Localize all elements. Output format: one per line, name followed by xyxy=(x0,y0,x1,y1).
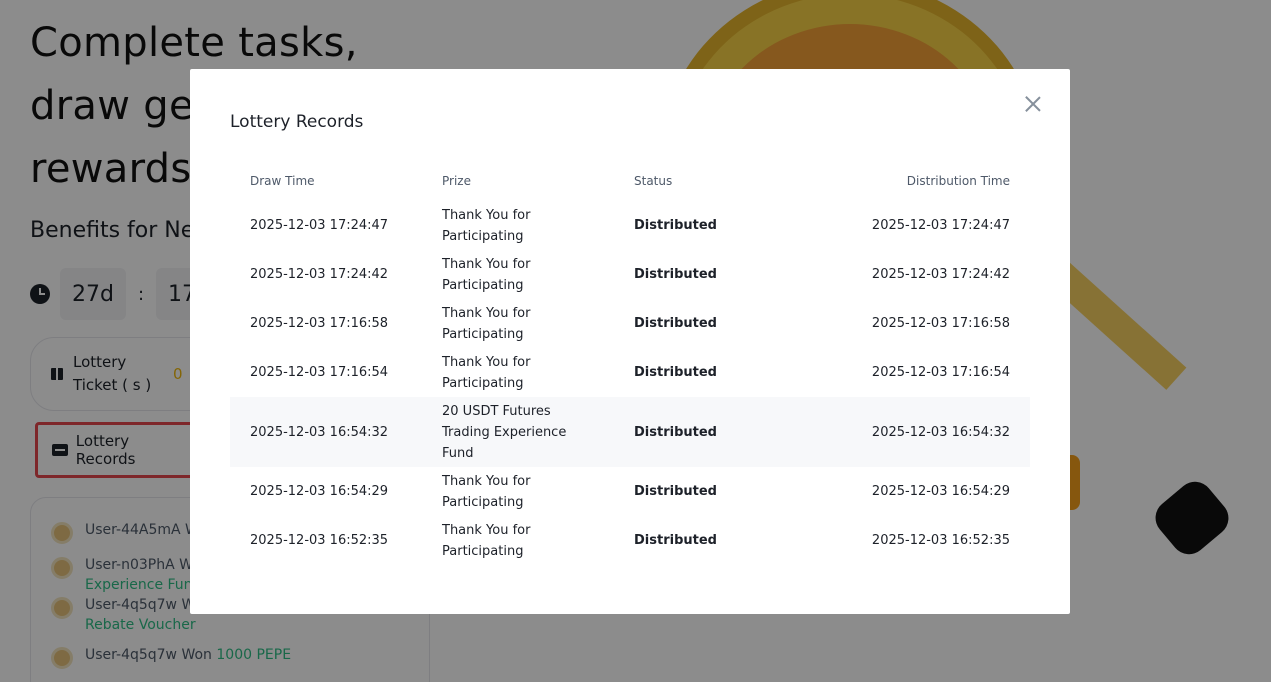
draw-time-cell: 2025-12-03 17:16:58 xyxy=(250,316,389,331)
distribution-time-cell: 2025-12-03 16:52:35 xyxy=(871,533,1010,548)
prize-cell: Thank You for Participating xyxy=(442,473,531,510)
draw-time-cell: 2025-12-03 16:54:29 xyxy=(250,484,389,499)
column-header-prize: Prize xyxy=(442,174,471,188)
column-header-distribution-time: Distribution Time xyxy=(906,174,1010,188)
distribution-time-cell: 2025-12-03 17:16:54 xyxy=(871,365,1010,380)
column-header-status: Status xyxy=(634,174,673,188)
lottery-records-table: Draw Time Prize Status Distribution Time… xyxy=(230,161,1030,565)
draw-time-cell: 2025-12-03 16:52:35 xyxy=(250,533,389,548)
distribution-time-cell: 2025-12-03 17:24:47 xyxy=(871,218,1010,233)
prize-cell: Thank You for Participating xyxy=(442,354,531,391)
status-cell: Distributed xyxy=(634,316,717,331)
status-cell: Distributed xyxy=(634,365,717,380)
close-icon[interactable] xyxy=(1022,93,1044,115)
draw-time-cell: 2025-12-03 17:16:54 xyxy=(250,365,389,380)
distribution-time-cell: 2025-12-03 17:24:42 xyxy=(871,267,1010,282)
distribution-time-cell: 2025-12-03 17:16:58 xyxy=(871,316,1010,331)
lottery-records-dialog: Lottery Records Draw Time Prize Status D… xyxy=(190,69,1070,614)
table-row: 2025-12-03 17:16:54 Thank You for Partic… xyxy=(230,348,1030,397)
table-row: 2025-12-03 17:16:58 Thank You for Partic… xyxy=(230,299,1030,348)
draw-time-cell: 2025-12-03 17:24:42 xyxy=(250,267,389,282)
table-row: 2025-12-03 17:24:42 Thank You for Partic… xyxy=(230,250,1030,299)
prize-cell: 20 USDT Futures Trading Experience Fund xyxy=(422,397,614,467)
status-cell: Distributed xyxy=(634,267,717,282)
table-row-highlighted: 2025-12-03 16:54:32 20 USDT Futures Trad… xyxy=(230,397,1030,467)
column-header-draw-time: Draw Time xyxy=(250,174,315,188)
prize-cell: Thank You for Participating xyxy=(442,256,531,293)
draw-time-cell: 2025-12-03 17:24:47 xyxy=(250,218,389,233)
draw-time-cell: 2025-12-03 16:54:32 xyxy=(230,397,422,467)
table-row: 2025-12-03 16:54:29 Thank You for Partic… xyxy=(230,467,1030,516)
status-cell: Distributed xyxy=(634,533,717,548)
distribution-time-cell: 2025-12-03 16:54:29 xyxy=(871,484,1010,499)
distribution-time-cell: 2025-12-03 16:54:32 xyxy=(764,397,1030,467)
status-cell: Distributed xyxy=(614,397,764,467)
table-row: 2025-12-03 16:52:35 Thank You for Partic… xyxy=(230,516,1030,565)
prize-cell: Thank You for Participating xyxy=(442,305,531,342)
status-cell: Distributed xyxy=(634,484,717,499)
prize-cell: Thank You for Participating xyxy=(442,207,531,244)
status-cell: Distributed xyxy=(634,218,717,233)
table-row: 2025-12-03 17:24:47 Thank You for Partic… xyxy=(230,201,1030,250)
dialog-title: Lottery Records xyxy=(230,112,364,132)
table-header-row: Draw Time Prize Status Distribution Time xyxy=(230,161,1030,201)
prize-cell: Thank You for Participating xyxy=(442,522,531,559)
